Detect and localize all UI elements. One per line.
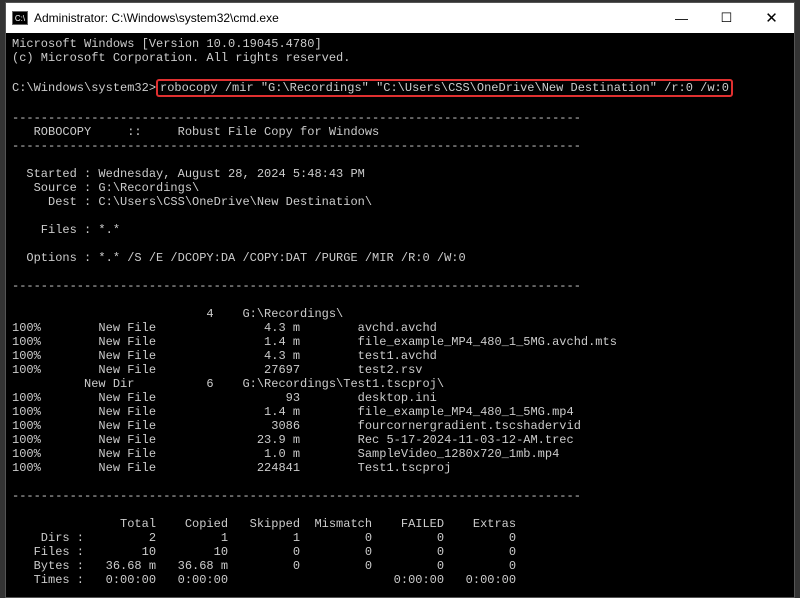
- file-row: 100% New File 27697 test2.rsv: [12, 363, 422, 377]
- file-row: 100% New File 93 desktop.ini: [12, 391, 437, 405]
- summary-files: Files : 10 10 0 0 0 0: [12, 545, 516, 559]
- files-line: Files : *.*: [12, 223, 120, 237]
- minimize-button[interactable]: —: [659, 3, 704, 33]
- dash-line: ----------------------------------------…: [12, 279, 581, 293]
- file-row: 100% New File 3086 fourcornergradient.ts…: [12, 419, 581, 433]
- titlebar[interactable]: C:\ Administrator: C:\Windows\system32\c…: [6, 3, 794, 33]
- file-row: 100% New File 224841 Test1.tscproj: [12, 461, 451, 475]
- dest-line: Dest : C:\Users\CSS\OneDrive\New Destina…: [12, 195, 372, 209]
- summary-bytes: Bytes : 36.68 m 36.68 m 0 0 0 0: [12, 559, 516, 573]
- maximize-button[interactable]: ☐: [704, 3, 749, 33]
- file-row: 100% New File 1.4 m file_example_MP4_480…: [12, 335, 617, 349]
- file-row: 100% New File 1.0 m SampleVideo_1280x720…: [12, 447, 559, 461]
- copyright-line: (c) Microsoft Corporation. All rights re…: [12, 51, 350, 65]
- prompt: C:\Windows\system32>: [12, 81, 156, 95]
- source-line: Source : G:\Recordings\: [12, 181, 199, 195]
- command-text: robocopy /mir "G:\Recordings" "C:\Users\…: [160, 81, 729, 95]
- title-left: C:\ Administrator: C:\Windows\system32\c…: [12, 11, 279, 25]
- close-button[interactable]: ✕: [749, 3, 794, 33]
- cmd-icon: C:\: [12, 11, 28, 25]
- dir-line: New Dir 6 G:\Recordings\Test1.tscproj\: [12, 377, 444, 391]
- window-controls: — ☐ ✕: [659, 3, 794, 33]
- file-row: 100% New File 4.3 m avchd.avchd: [12, 321, 437, 335]
- dash-line: ----------------------------------------…: [12, 489, 581, 503]
- dash-line: ----------------------------------------…: [12, 111, 581, 125]
- file-row: 100% New File 1.4 m file_example_MP4_480…: [12, 405, 574, 419]
- window-title: Administrator: C:\Windows\system32\cmd.e…: [34, 11, 279, 25]
- dash-line: ----------------------------------------…: [12, 139, 581, 153]
- terminal-output[interactable]: Microsoft Windows [Version 10.0.19045.47…: [6, 33, 794, 597]
- options-line: Options : *.* /S /E /DCOPY:DA /COPY:DAT …: [12, 251, 466, 265]
- summary-times: Times : 0:00:00 0:00:00 0:00:00 0:00:00: [12, 573, 516, 587]
- summary-dirs: Dirs : 2 1 1 0 0 0: [12, 531, 516, 545]
- started-line: Started : Wednesday, August 28, 2024 5:4…: [12, 167, 365, 181]
- file-row: 100% New File 23.9 m Rec 5-17-2024-11-03…: [12, 433, 574, 447]
- dir-line: 4 G:\Recordings\: [12, 307, 343, 321]
- version-line: Microsoft Windows [Version 10.0.19045.47…: [12, 37, 322, 51]
- cmd-window: C:\ Administrator: C:\Windows\system32\c…: [5, 2, 795, 598]
- command-highlight: robocopy /mir "G:\Recordings" "C:\Users\…: [156, 79, 733, 97]
- summary-header: Total Copied Skipped Mismatch FAILED Ext…: [12, 517, 516, 531]
- file-row: 100% New File 4.3 m test1.avchd: [12, 349, 437, 363]
- robocopy-header: ROBOCOPY :: Robust File Copy for Windows: [12, 125, 379, 139]
